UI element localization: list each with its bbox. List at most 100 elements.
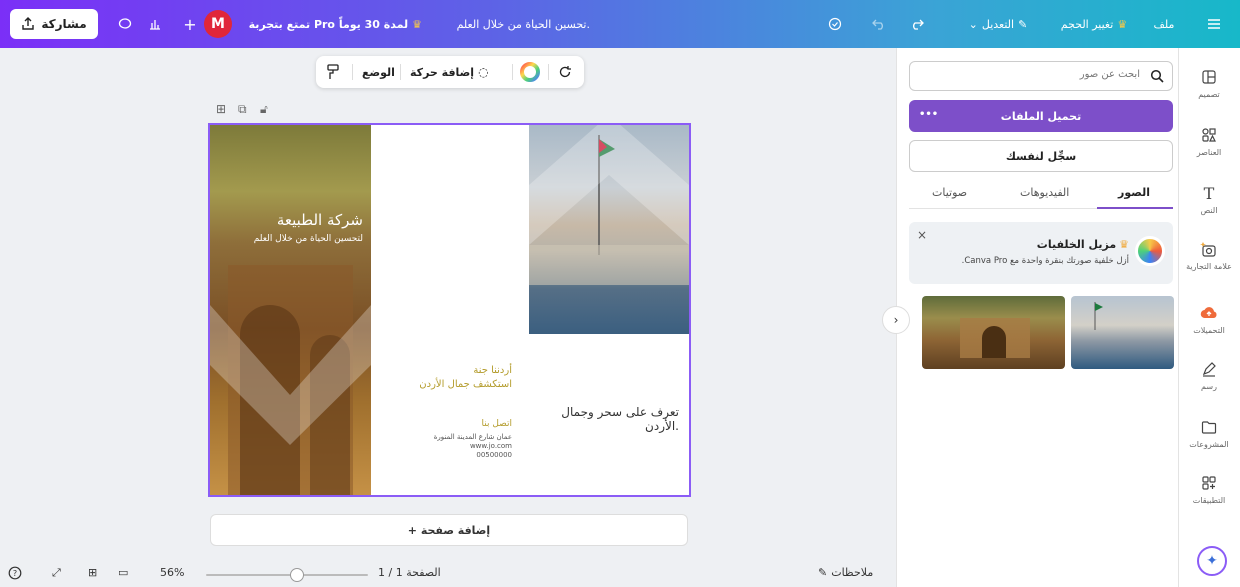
- tab-active-indicator: [1097, 207, 1173, 209]
- bottom-bar: ? ⤢ ⊞ ▭ 56% الصفحة 1 / 1 ✎ ملاحظات: [0, 562, 896, 587]
- tab-audio[interactable]: صوتيات: [932, 186, 967, 199]
- search-input[interactable]: [942, 68, 1142, 81]
- notes-label: ملاحظات: [831, 566, 874, 579]
- rail-item-text[interactable]: T النص: [1178, 182, 1240, 216]
- help-icon[interactable]: ?: [8, 566, 22, 583]
- uploaded-image-ruins[interactable]: [922, 296, 1065, 369]
- fullscreen-icon[interactable]: ⤢: [52, 566, 61, 580]
- contact-address: عمان شارع المدينة المنورة: [433, 433, 512, 441]
- text-icon: T: [1203, 183, 1215, 203]
- rail-item-projects[interactable]: المشروعات: [1178, 416, 1240, 449]
- position-button[interactable]: الوضع: [362, 56, 395, 88]
- top-bar: مشاركة + M تمتع بتجربة Pro لمدة 30 يوماً…: [0, 0, 1240, 48]
- brand-icon: [1178, 238, 1240, 260]
- layout-icon: [1178, 66, 1240, 88]
- tagline-2: استكشف جمال الأردن: [419, 379, 512, 390]
- rail-item-draw[interactable]: رسم: [1178, 358, 1240, 391]
- resize-button[interactable]: تغيير الحجم ♛: [1056, 0, 1132, 48]
- crown-icon: ♛: [1117, 17, 1128, 31]
- contact-web: www.jo.com: [469, 442, 512, 450]
- aqaba-photo[interactable]: [529, 125, 689, 334]
- redo-icon[interactable]: [906, 0, 928, 48]
- crown-icon: ♛: [1119, 238, 1129, 251]
- rail-item-design[interactable]: تصميم: [1178, 66, 1240, 99]
- collapse-panel-button[interactable]: ›: [882, 306, 910, 334]
- arch-thumbnail-icon: [960, 318, 1030, 358]
- share-button[interactable]: مشاركة: [10, 9, 98, 39]
- share-icon: [22, 17, 35, 30]
- comment-icon[interactable]: [114, 0, 136, 48]
- rail-item-uploads[interactable]: التحميلات: [1178, 302, 1240, 335]
- rail-item-elements[interactable]: العناصر: [1178, 124, 1240, 157]
- cloud-saved-icon[interactable]: [824, 0, 846, 48]
- rail-label-design: تصميم: [1198, 90, 1220, 99]
- upload-files-button[interactable]: تحميل الملفات •••: [909, 100, 1173, 132]
- register-button[interactable]: سجِّل لنفسك: [909, 140, 1173, 172]
- more-options-icon[interactable]: •••: [919, 109, 938, 120]
- apps-icon: [1178, 472, 1240, 494]
- pages-view-icon[interactable]: ▭: [118, 566, 128, 579]
- ruins-photo[interactable]: شركة الطبيعة لتحسين الحياة من خلال العلم: [210, 125, 371, 495]
- hamburger-icon[interactable]: [1200, 0, 1228, 48]
- zoom-slider-handle[interactable]: [289, 568, 304, 582]
- sparkle-icon: ✦: [1206, 553, 1218, 569]
- rail-item-brand[interactable]: علامة التجارية: [1178, 238, 1240, 271]
- pro-trial-link[interactable]: تمتع بتجربة Pro لمدة 30 يوماً ♛: [249, 0, 422, 48]
- color-wheel-icon[interactable]: [520, 56, 540, 88]
- tab-videos[interactable]: الفيديوهات: [1020, 186, 1069, 199]
- cloud-upload-icon: [1178, 302, 1240, 324]
- floating-toolbar: الوضع إضافة حركة ◌: [316, 56, 584, 88]
- edit-menu[interactable]: ⌄ التعديل ✎: [956, 0, 1040, 48]
- rail-label-apps: التطبيقات: [1192, 496, 1226, 505]
- contact-heading: اتصل بنا: [481, 419, 512, 429]
- animate-label: إضافة حركة: [410, 65, 475, 79]
- file-menu[interactable]: ملف: [1148, 0, 1180, 48]
- tab-photos[interactable]: الصور: [1118, 186, 1150, 199]
- search-box[interactable]: [909, 61, 1173, 91]
- paint-format-icon[interactable]: [326, 56, 344, 88]
- contact-phone: 00500000: [476, 451, 512, 459]
- grid-view-icon[interactable]: ⊞: [88, 566, 97, 579]
- notes-icon: ✎: [818, 566, 828, 579]
- design-title-text: تحسين الحياة من خلال العلم.: [456, 17, 590, 31]
- notes-button[interactable]: ✎ ملاحظات: [818, 566, 873, 579]
- tagline-1: أردننا جنة: [473, 365, 512, 376]
- pencil-icon: ✎: [1018, 17, 1028, 31]
- share-label: مشاركة: [41, 17, 87, 31]
- zoom-level[interactable]: 56%: [160, 566, 184, 579]
- resize-label: تغيير الحجم: [1060, 17, 1114, 31]
- refresh-icon[interactable]: [558, 56, 572, 88]
- duplicate-page-icon[interactable]: ⧉: [238, 102, 247, 118]
- rail-label-draw: رسم: [1201, 382, 1217, 391]
- animate-button[interactable]: إضافة حركة ◌: [410, 56, 489, 88]
- rail-label-brand: علامة التجارية: [1186, 262, 1232, 271]
- undo-icon[interactable]: [868, 0, 890, 48]
- close-icon[interactable]: ×: [917, 228, 927, 242]
- rail-item-apps[interactable]: التطبيقات: [1178, 472, 1240, 505]
- design-page[interactable]: شركة الطبيعة لتحسين الحياة من خلال العلم…: [208, 123, 691, 497]
- folder-icon: [1178, 416, 1240, 438]
- brand-title: شركة الطبيعة: [276, 211, 363, 229]
- elements-icon: [1178, 124, 1240, 146]
- avatar[interactable]: M: [204, 10, 232, 38]
- bg-remover-icon: [1135, 236, 1165, 266]
- add-note-icon[interactable]: ⊞: [216, 102, 226, 118]
- add-page-button[interactable]: + إضافة صفحة: [210, 514, 688, 546]
- uploaded-image-aqaba[interactable]: [1071, 296, 1174, 369]
- analytics-icon[interactable]: [144, 0, 166, 48]
- flag-illustration: [529, 125, 689, 285]
- promo-title-text: مزيل الخلفيات: [1036, 238, 1117, 251]
- page-indicator[interactable]: الصفحة 1 / 1: [378, 566, 441, 579]
- crown-icon: ♛: [412, 17, 422, 31]
- bg-remover-promo[interactable]: × مزيل الخلفيات ♛ أزل خلفية صورتك بنقرة …: [909, 222, 1173, 284]
- headline: تعرف على سحر وجمال الأردن.: [561, 405, 679, 433]
- magic-assistant-button[interactable]: ✦: [1197, 546, 1227, 576]
- brand-subtitle: لتحسين الحياة من خلال العلم: [253, 234, 363, 244]
- zoom-slider-track[interactable]: [206, 574, 368, 576]
- promo-text: أزل خلفية صورتك بنقرة واحدة مع Canva Pro…: [961, 256, 1129, 266]
- add-collaborator-icon[interactable]: +: [182, 0, 198, 48]
- lock-icon[interactable]: 🔓︎: [260, 102, 268, 118]
- rail-label-projects: المشروعات: [1189, 440, 1229, 449]
- design-title[interactable]: تحسين الحياة من خلال العلم.: [440, 0, 590, 48]
- animation-icon: ◌: [478, 65, 489, 79]
